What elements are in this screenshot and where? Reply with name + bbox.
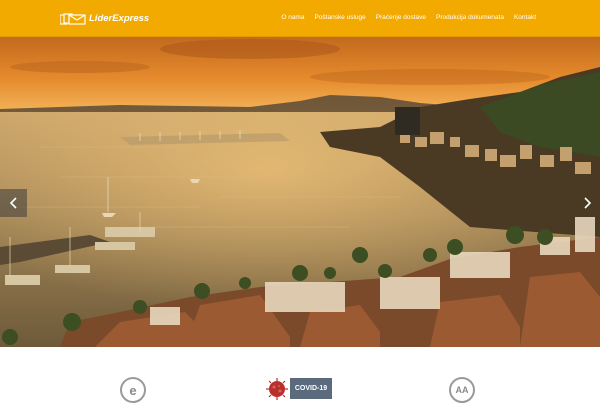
- covid-banner: COVID-19: [262, 377, 334, 400]
- e-glyph: e: [129, 382, 137, 398]
- chevron-right-icon: [583, 197, 591, 209]
- aa-circle-icon: AA: [449, 377, 475, 403]
- features-row: e COVID-19 AA: [0, 347, 600, 403]
- site-header: LiderExpress O nama Poštanske usluge Pra…: [0, 0, 600, 37]
- nav-item-produkcija-dokumenata[interactable]: Produkcija dokumenata: [436, 14, 504, 21]
- main-nav: O nama Poštanske usluge Praćenje dostave…: [281, 14, 536, 21]
- nav-item-pracenje-dostave[interactable]: Praćenje dostave: [376, 14, 426, 21]
- e-circle-icon: e: [120, 377, 146, 403]
- brand-logo[interactable]: LiderExpress: [60, 11, 149, 26]
- nav-item-o-nama[interactable]: O nama: [281, 14, 304, 21]
- slider-prev-button[interactable]: [0, 189, 27, 217]
- hero-image: [0, 37, 600, 347]
- brand-name: LiderExpress: [89, 13, 150, 24]
- envelope-stack-icon: [60, 12, 86, 25]
- feature-aa[interactable]: AA: [449, 377, 475, 403]
- chevron-left-icon: [9, 197, 17, 209]
- nav-item-kontakt[interactable]: Kontakt: [514, 14, 536, 21]
- nav-item-postanske-usluge[interactable]: Poštanske usluge: [314, 14, 365, 21]
- feature-covid[interactable]: COVID-19: [262, 377, 334, 400]
- covid-label: COVID-19: [290, 378, 332, 399]
- covid-virus-icon: [266, 378, 288, 400]
- slider-next-button[interactable]: [573, 189, 600, 217]
- aa-glyph: AA: [455, 384, 469, 395]
- hero-slider: [0, 37, 600, 347]
- feature-e[interactable]: e: [120, 377, 146, 403]
